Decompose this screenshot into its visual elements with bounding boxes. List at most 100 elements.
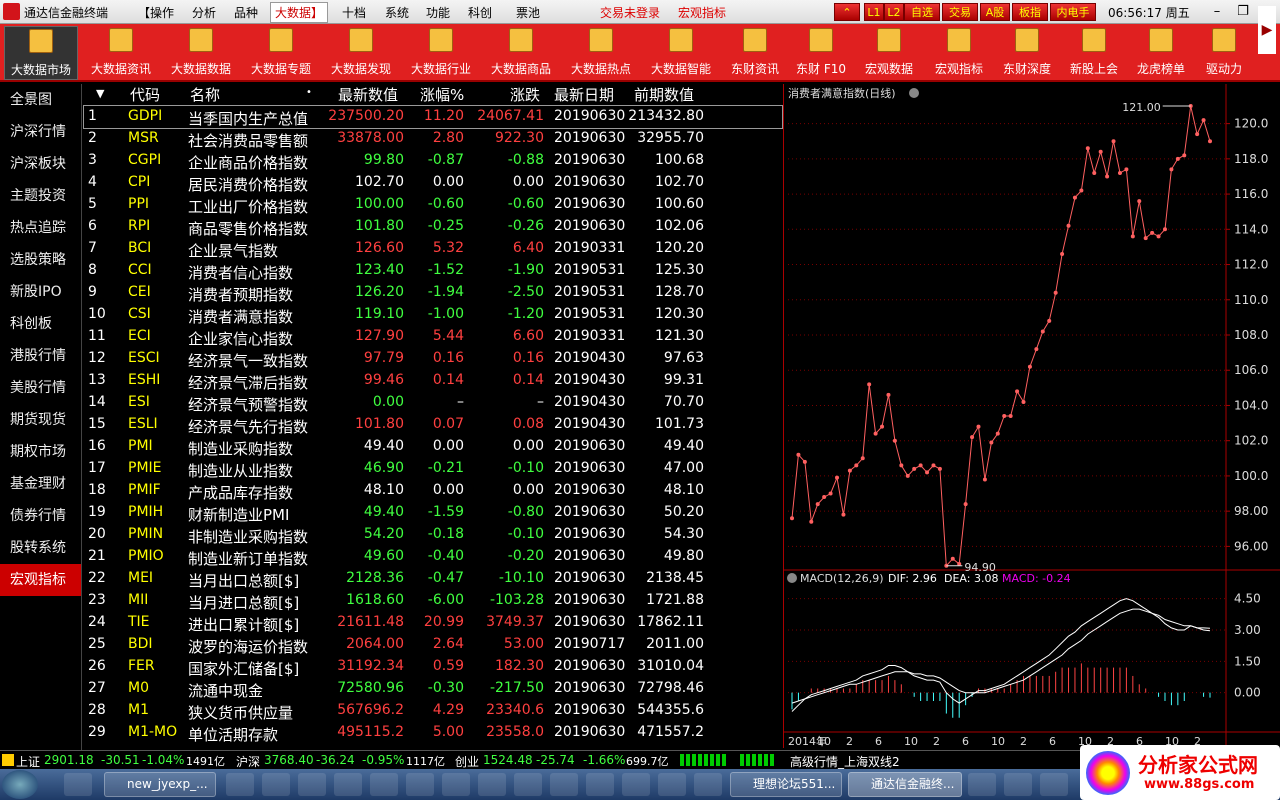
toolbar-item-15[interactable]: 龙虎榜单	[1130, 26, 1192, 80]
table-row[interactable]: 15 ESLI 经济景气先行指数 101.80 0.07 0.08 20190430 101.…	[84, 414, 782, 436]
toolbar-item-13[interactable]: 东财深度	[996, 26, 1058, 80]
toolbar-item-0[interactable]: 大数据市场	[4, 26, 78, 80]
collapse-button[interactable]: ⌃	[834, 3, 860, 21]
sidebar-item-3[interactable]: 主题投资	[0, 180, 81, 212]
sidebar-item-12[interactable]: 基金理财	[0, 468, 81, 500]
taskbar-app-icon-11[interactable]	[586, 773, 614, 796]
taskbar-app-icon-17[interactable]	[1040, 773, 1068, 796]
table-row[interactable]: 4 CPI 居民消费价格指数 102.70 0.00 0.00 20190630 102.70	[84, 172, 782, 194]
taskbar-item-folder[interactable]: new_jyexp_...	[104, 772, 216, 797]
watchlist-button[interactable]: 自选	[904, 3, 940, 21]
sh-label[interactable]: 上证	[16, 753, 40, 770]
header-latest-date[interactable]: 最新日期	[554, 84, 614, 105]
toolbar-item-6[interactable]: 大数据商品	[484, 26, 558, 80]
taskbar-app-icon-3[interactable]	[298, 773, 326, 796]
table-row[interactable]: 25 BDI 波罗的海运价指数 2064.00 2.64 53.00 20190717 201…	[84, 634, 782, 656]
phone-button[interactable]: 内电手	[1050, 3, 1096, 21]
restore-icon[interactable]: ❐	[1232, 2, 1254, 22]
table-row[interactable]: 24 TIE 进出口累计额[$] 21611.48 20.99 3749.37 201906…	[84, 612, 782, 634]
table-row[interactable]: 14 ESI 经济景气预警指数 0.00– –20190430 70.70	[84, 392, 782, 414]
taskbar-app-icon-6[interactable]	[406, 773, 434, 796]
sidebar-item-8[interactable]: 港股行情	[0, 340, 81, 372]
table-row[interactable]: 3 CGPI 企业商品价格指数 99.80 -0.87 -0.88 20190630 100.…	[84, 150, 782, 172]
trade-login-status[interactable]: 交易未登录	[600, 4, 660, 21]
taskbar-app-icon-1[interactable]	[226, 773, 254, 796]
header-latest-value[interactable]: 最新数值	[338, 84, 398, 105]
sidebar-item-2[interactable]: 沪深板块	[0, 148, 81, 180]
a-share-button[interactable]: A股	[980, 3, 1010, 21]
taskbar-ie-icon[interactable]	[64, 773, 92, 796]
table-row[interactable]: 20 PMIN 非制造业采购指数 54.20 -0.18 -0.10 20190630 54.…	[84, 524, 782, 546]
header-name[interactable]: 名称	[190, 84, 220, 105]
taskbar-app-icon-13[interactable]	[658, 773, 686, 796]
toolbar-item-16[interactable]: 驱动力	[1196, 26, 1252, 80]
table-row[interactable]: 6 RPI 商品零售价格指数 101.80 -0.25 -0.26 20190630 102.…	[84, 216, 782, 238]
sidebar-item-11[interactable]: 期权市场	[0, 436, 81, 468]
sidebar-item-13[interactable]: 债券行情	[0, 500, 81, 532]
toolbar-item-11[interactable]: 宏观数据	[856, 26, 922, 80]
taskbar-app-icon-8[interactable]	[478, 773, 506, 796]
taskbar-app-icon-15[interactable]	[968, 773, 996, 796]
table-row[interactable]: 19 PMIH 财新制造业PMI 49.40 -1.59 -0.80 20190630 50.…	[84, 502, 782, 524]
sidebar-item-14[interactable]: 股转系统	[0, 532, 81, 564]
toolbar-item-8[interactable]: 大数据智能	[644, 26, 718, 80]
menu-bigdata[interactable]: 大数据】	[270, 2, 329, 23]
taskbar-app-icon-16[interactable]	[1004, 773, 1032, 796]
sidebar-item-10[interactable]: 期货现货	[0, 404, 81, 436]
table-row[interactable]: 27 M0 流通中现金 72580.96 -0.30 -217.50 20190630 727…	[84, 678, 782, 700]
l1-button[interactable]: L1	[864, 3, 884, 21]
toolbar-item-7[interactable]: 大数据热点	[564, 26, 638, 80]
menu-operate[interactable]: 【操作	[138, 4, 174, 21]
table-row[interactable]: 9 CEI 消费者预期指数 126.20 -1.94 -2.50 20190531 128.7…	[84, 282, 782, 304]
sidebar-item-6[interactable]: 新股IPO	[0, 276, 81, 308]
menu-level10[interactable]: 十档	[342, 4, 366, 21]
toolbar-scroll-right-icon[interactable]: ▶	[1258, 6, 1276, 54]
menu-stock-pool[interactable]: 票池	[516, 4, 540, 21]
header-prev-value[interactable]: 前期数值	[634, 84, 694, 105]
header-code[interactable]: 代码	[130, 84, 160, 105]
table-row[interactable]: 29 M1-MO 单位活期存款 495115.2 5.00 23558.0 20190630…	[84, 722, 782, 744]
l2-button[interactable]: L2	[884, 3, 904, 21]
toolbar-item-14[interactable]: 新股上会	[1062, 26, 1126, 80]
taskbar-app-icon-5[interactable]	[370, 773, 398, 796]
taskbar-app-icon-10[interactable]	[550, 773, 578, 796]
table-row[interactable]: 26 FER 国家外汇储备[$] 31192.34 0.59 182.30 20190630…	[84, 656, 782, 678]
table-row[interactable]: 17 PMIE 制造业从业指数 46.90 -0.21 -0.10 20190630 47.0…	[84, 458, 782, 480]
table-row[interactable]: 16 PMI 制造业采购指数 49.40 0.00 0.00 20190630 49.40	[84, 436, 782, 458]
cy-label[interactable]: 创业	[455, 753, 479, 770]
sidebar-item-5[interactable]: 选股策略	[0, 244, 81, 276]
table-row[interactable]: 7 BCI 企业景气指数 126.60 5.32 6.40 20190331 120.20	[84, 238, 782, 260]
table-row[interactable]: 10 CSI 消费者满意指数 119.10 -1.00 -1.20 20190531 120.…	[84, 304, 782, 326]
toolbar-item-1[interactable]: 大数据资讯	[84, 26, 158, 80]
menu-star-market[interactable]: 科创	[468, 4, 492, 21]
sidebar-item-0[interactable]: 全景图	[0, 84, 81, 116]
trade-button[interactable]: 交易	[942, 3, 978, 21]
toolbar-item-12[interactable]: 宏观指标	[926, 26, 992, 80]
sidebar-item-7[interactable]: 科创板	[0, 308, 81, 340]
taskbar-app-icon-12[interactable]	[622, 773, 650, 796]
menu-variety[interactable]: 品种	[234, 4, 258, 21]
toolbar-item-4[interactable]: 大数据发现	[324, 26, 398, 80]
header-change-pct[interactable]: 涨幅%	[420, 84, 464, 105]
table-row[interactable]: 12 ESCI 经济景气一致指数 97.79 0.16 0.16 20190430 97.63	[84, 348, 782, 370]
menu-system[interactable]: 系统	[385, 4, 409, 21]
sort-icon[interactable]: ▼	[96, 87, 104, 100]
sidebar-item-4[interactable]: 热点追踪	[0, 212, 81, 244]
board-index-button[interactable]: 板指	[1012, 3, 1048, 21]
table-row[interactable]: 22 MEI 当月出口总额[$] 2128.36 -0.47 -10.10 20190630…	[84, 568, 782, 590]
menu-analyze[interactable]: 分析	[192, 4, 216, 21]
taskbar-app-icon-4[interactable]	[334, 773, 362, 796]
table-row[interactable]: 11 ECI 企业家信心指数 127.90 5.44 6.60 20190331 121.30	[84, 326, 782, 348]
taskbar-app-icon-14[interactable]	[694, 773, 722, 796]
table-row[interactable]: 1 GDPI 当季国内生产总值 237500.20 11.20 24067.41 20190…	[83, 105, 783, 129]
toolbar-item-9[interactable]: 东财资讯	[724, 26, 786, 80]
table-row[interactable]: 8 CCI 消费者信心指数 123.40 -1.52 -1.90 20190531 125.3…	[84, 260, 782, 282]
taskbar-app-icon-2[interactable]	[262, 773, 290, 796]
table-row[interactable]: 18 PMIF 产成品库存指数 48.10 0.00 0.00 20190630 48.10	[84, 480, 782, 502]
minimize-icon[interactable]: –	[1206, 2, 1228, 22]
header-change[interactable]: 涨跌	[510, 84, 540, 105]
toolbar-item-5[interactable]: 大数据行业	[404, 26, 478, 80]
taskbar-item-tdx[interactable]: 通达信金融终...	[848, 772, 962, 797]
taskbar-app-icon-7[interactable]	[442, 773, 470, 796]
taskbar-app-icon-9[interactable]	[514, 773, 542, 796]
